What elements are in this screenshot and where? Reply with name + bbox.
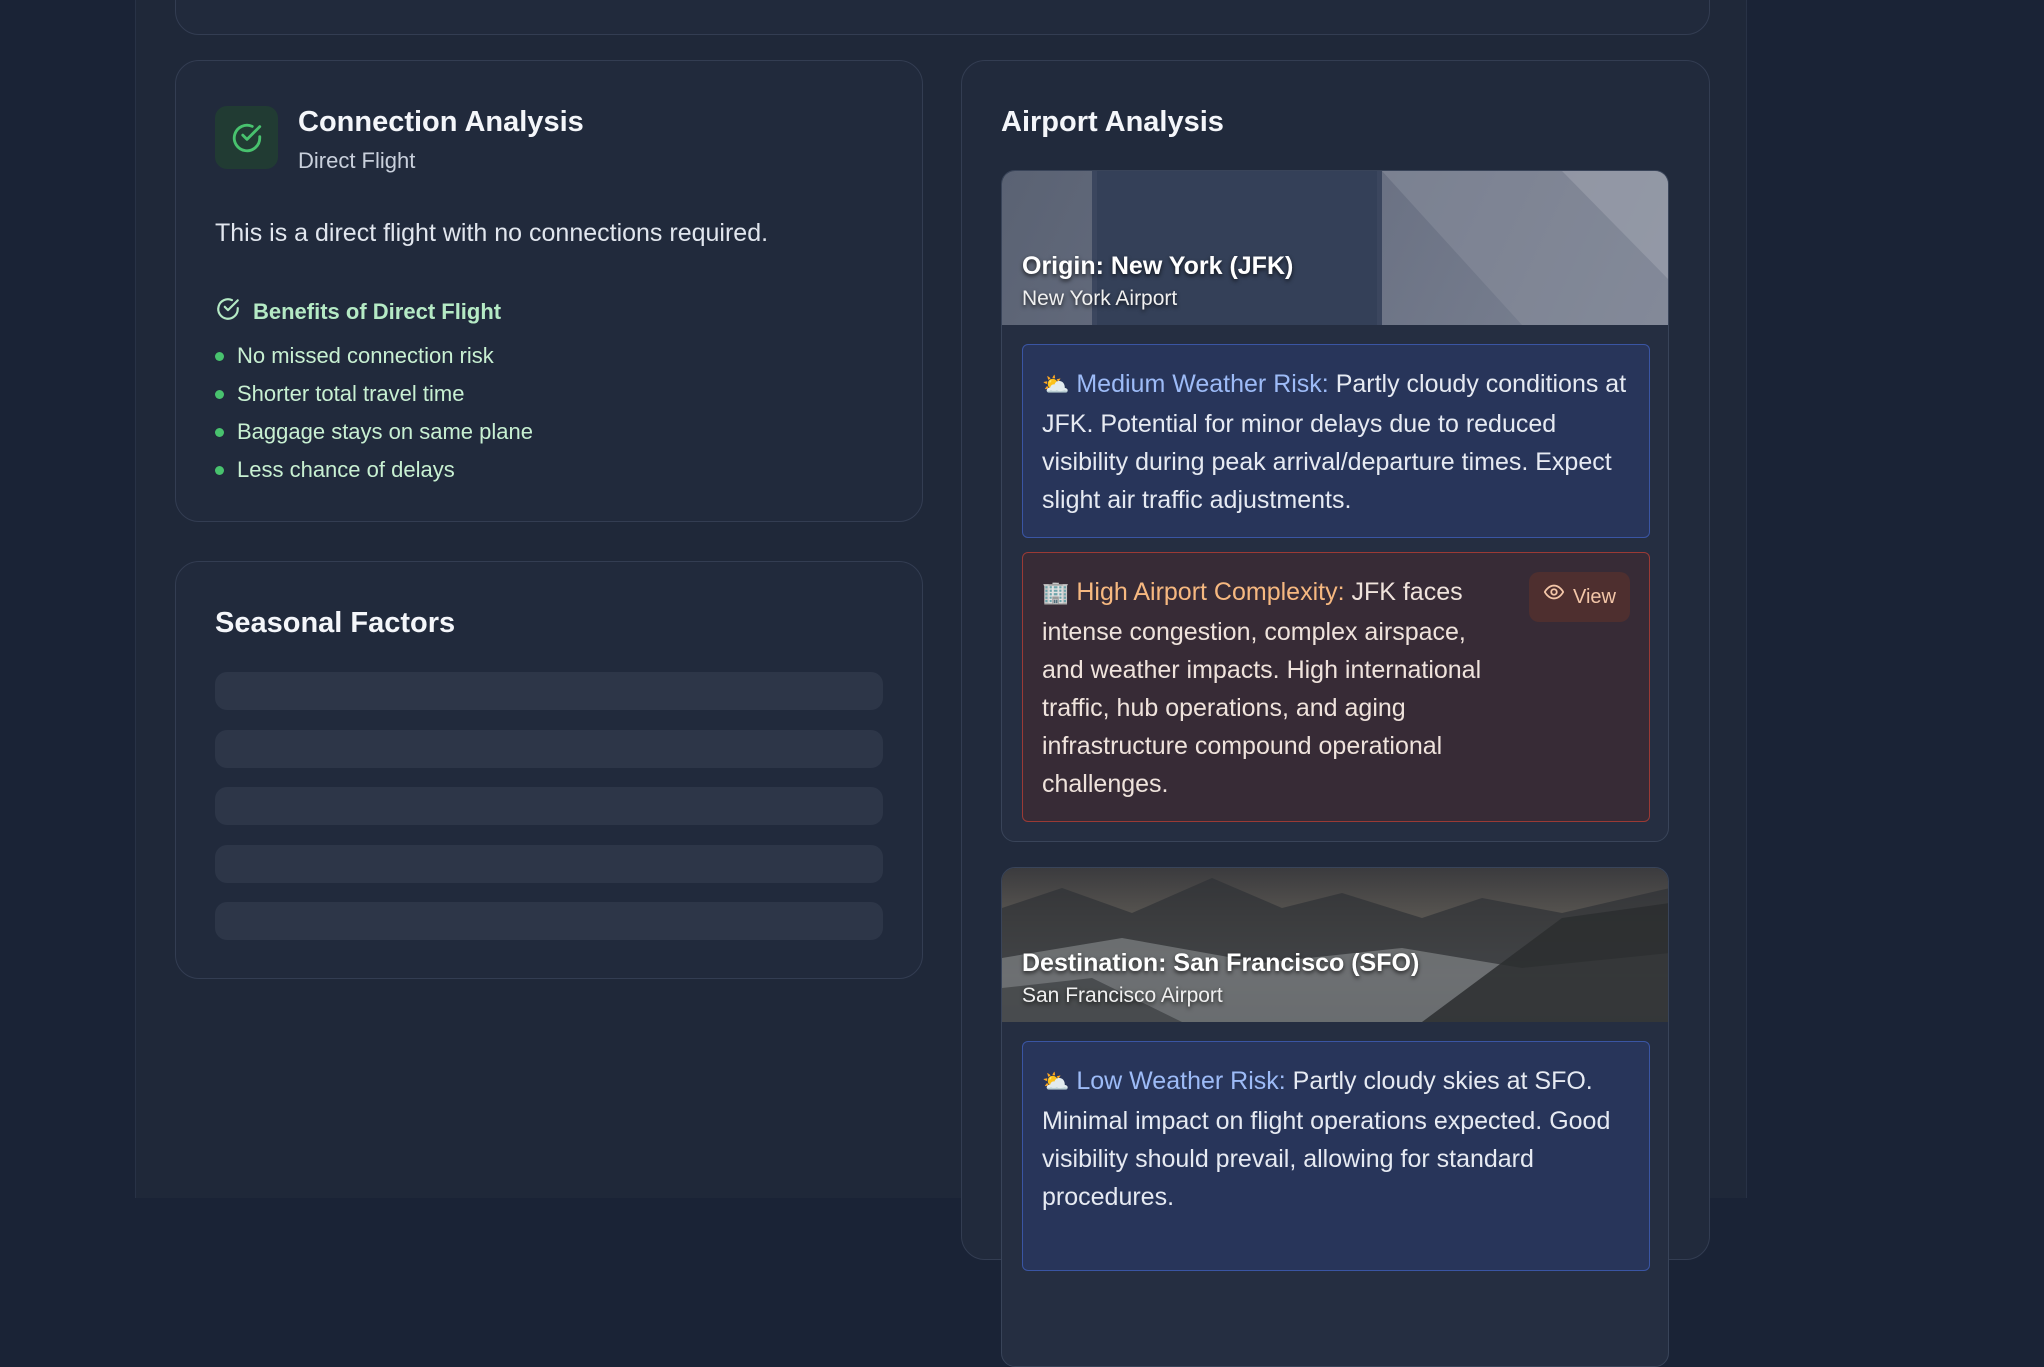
bullet-icon (215, 351, 224, 361)
partly-cloudy-icon: ⛅ (1042, 1070, 1070, 1095)
connection-title: Connection Analysis (298, 106, 584, 138)
view-label: View (1573, 586, 1616, 608)
skeleton-line (215, 845, 883, 883)
list-item: Baggage stays on same plane (215, 413, 533, 451)
benefit-text: Shorter total travel time (237, 381, 465, 406)
seasonal-title: Seasonal Factors (215, 607, 456, 639)
origin-airport-block: Origin: New York (JFK) New York Airport … (1001, 170, 1669, 842)
benefits-heading: Benefits of Direct Flight (215, 296, 501, 327)
benefit-text: Baggage stays on same plane (237, 419, 533, 444)
partly-cloudy-icon: ⛅ (1042, 373, 1070, 398)
weather-risk-label: Medium Weather Risk: (1076, 370, 1329, 398)
check-circle-small-icon (215, 296, 241, 327)
destination-airport-block: Destination: San Francisco (SFO) San Fra… (1001, 867, 1669, 1367)
origin-complexity-risk: 🏢 High Airport Complexity: JFK faces int… (1022, 552, 1650, 822)
connection-analysis-card: Connection Analysis Direct Flight This i… (175, 60, 923, 522)
list-item: No missed connection risk (215, 337, 533, 375)
list-item: Less chance of delays (215, 451, 533, 489)
origin-subtitle: New York Airport (1022, 287, 1178, 310)
skeleton-line (215, 902, 883, 940)
origin-weather-risk: ⛅ Medium Weather Risk: Partly cloudy con… (1022, 344, 1650, 538)
skeleton-line (215, 787, 883, 825)
weather-risk-label: Low Weather Risk: (1076, 1067, 1286, 1095)
connection-description: This is a direct flight with no connecti… (215, 219, 769, 247)
bullet-icon (215, 389, 224, 399)
complexity-text: JFK faces intense congestion, complex ai… (1042, 578, 1482, 798)
airport-title: Airport Analysis (1001, 106, 1224, 138)
skeleton-line (215, 730, 883, 768)
origin-title: Origin: New York (JFK) (1022, 252, 1294, 280)
bullet-icon (215, 427, 224, 437)
destination-banner-image: Destination: San Francisco (SFO) San Fra… (1002, 868, 1668, 1022)
top-card (175, 0, 1710, 35)
check-circle-icon (215, 106, 278, 169)
destination-weather-risk: ⛅ Low Weather Risk: Partly cloudy skies … (1022, 1041, 1650, 1271)
airport-analysis-card: Airport Analysis Origin: New York (JFK) … (961, 60, 1710, 1367)
complexity-label: High Airport Complexity: (1076, 578, 1345, 606)
destination-title: Destination: San Francisco (SFO) (1022, 949, 1420, 977)
benefits-list: No missed connection risk Shorter total … (215, 337, 533, 489)
benefit-text: Less chance of delays (237, 457, 455, 482)
eye-icon (1543, 578, 1565, 616)
destination-subtitle: San Francisco Airport (1022, 984, 1223, 1007)
connection-subtitle: Direct Flight (298, 148, 416, 173)
view-button[interactable]: View (1529, 572, 1630, 622)
skeleton-line (215, 672, 883, 710)
benefits-title: Benefits of Direct Flight (253, 298, 502, 324)
building-icon: 🏢 (1042, 581, 1070, 606)
list-item: Shorter total travel time (215, 375, 533, 413)
seasonal-factors-card: Seasonal Factors (175, 561, 923, 979)
origin-banner-image: Origin: New York (JFK) New York Airport (1002, 171, 1668, 325)
bullet-icon (215, 465, 224, 475)
benefit-text: No missed connection risk (237, 343, 494, 368)
